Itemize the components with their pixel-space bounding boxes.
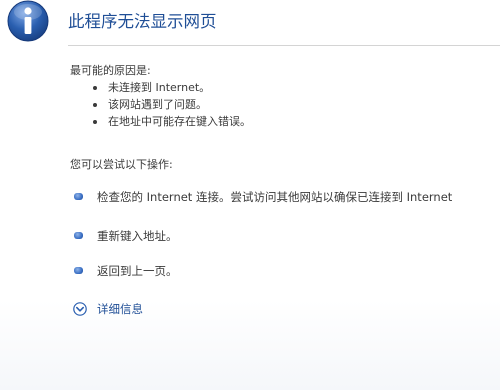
action-text: 重新键入地址。 bbox=[97, 229, 178, 243]
info-icon bbox=[7, 0, 49, 42]
actions-heading: 您可以尝试以下操作: bbox=[70, 158, 173, 171]
go-back-link[interactable]: 返回到上一页。 bbox=[97, 262, 178, 280]
title-divider bbox=[68, 45, 500, 46]
error-page: 此程序无法显示网页 最可能的原因是: 未连接到 Internet。 该网站遇到了… bbox=[0, 0, 500, 390]
chevron-down-circle-icon bbox=[73, 302, 87, 316]
bullet-icon bbox=[74, 232, 83, 239]
more-info-label[interactable]: 详细信息 bbox=[97, 300, 143, 318]
bullet-icon bbox=[74, 267, 83, 274]
cause-item: 该网站遇到了问题。 bbox=[93, 96, 251, 113]
cause-item: 未连接到 Internet。 bbox=[93, 79, 251, 96]
causes-heading: 最可能的原因是: bbox=[70, 64, 151, 77]
cause-item: 在地址中可能存在键入错误。 bbox=[93, 113, 251, 130]
action-text: 检查您的 Internet 连接。尝试访问其他网站以确保已连接到 Interne… bbox=[97, 190, 453, 204]
bullet-icon bbox=[74, 193, 83, 200]
causes-list: 未连接到 Internet。 该网站遇到了问题。 在地址中可能存在键入错误。 bbox=[93, 79, 251, 130]
page-title: 此程序无法显示网页 bbox=[68, 12, 217, 31]
